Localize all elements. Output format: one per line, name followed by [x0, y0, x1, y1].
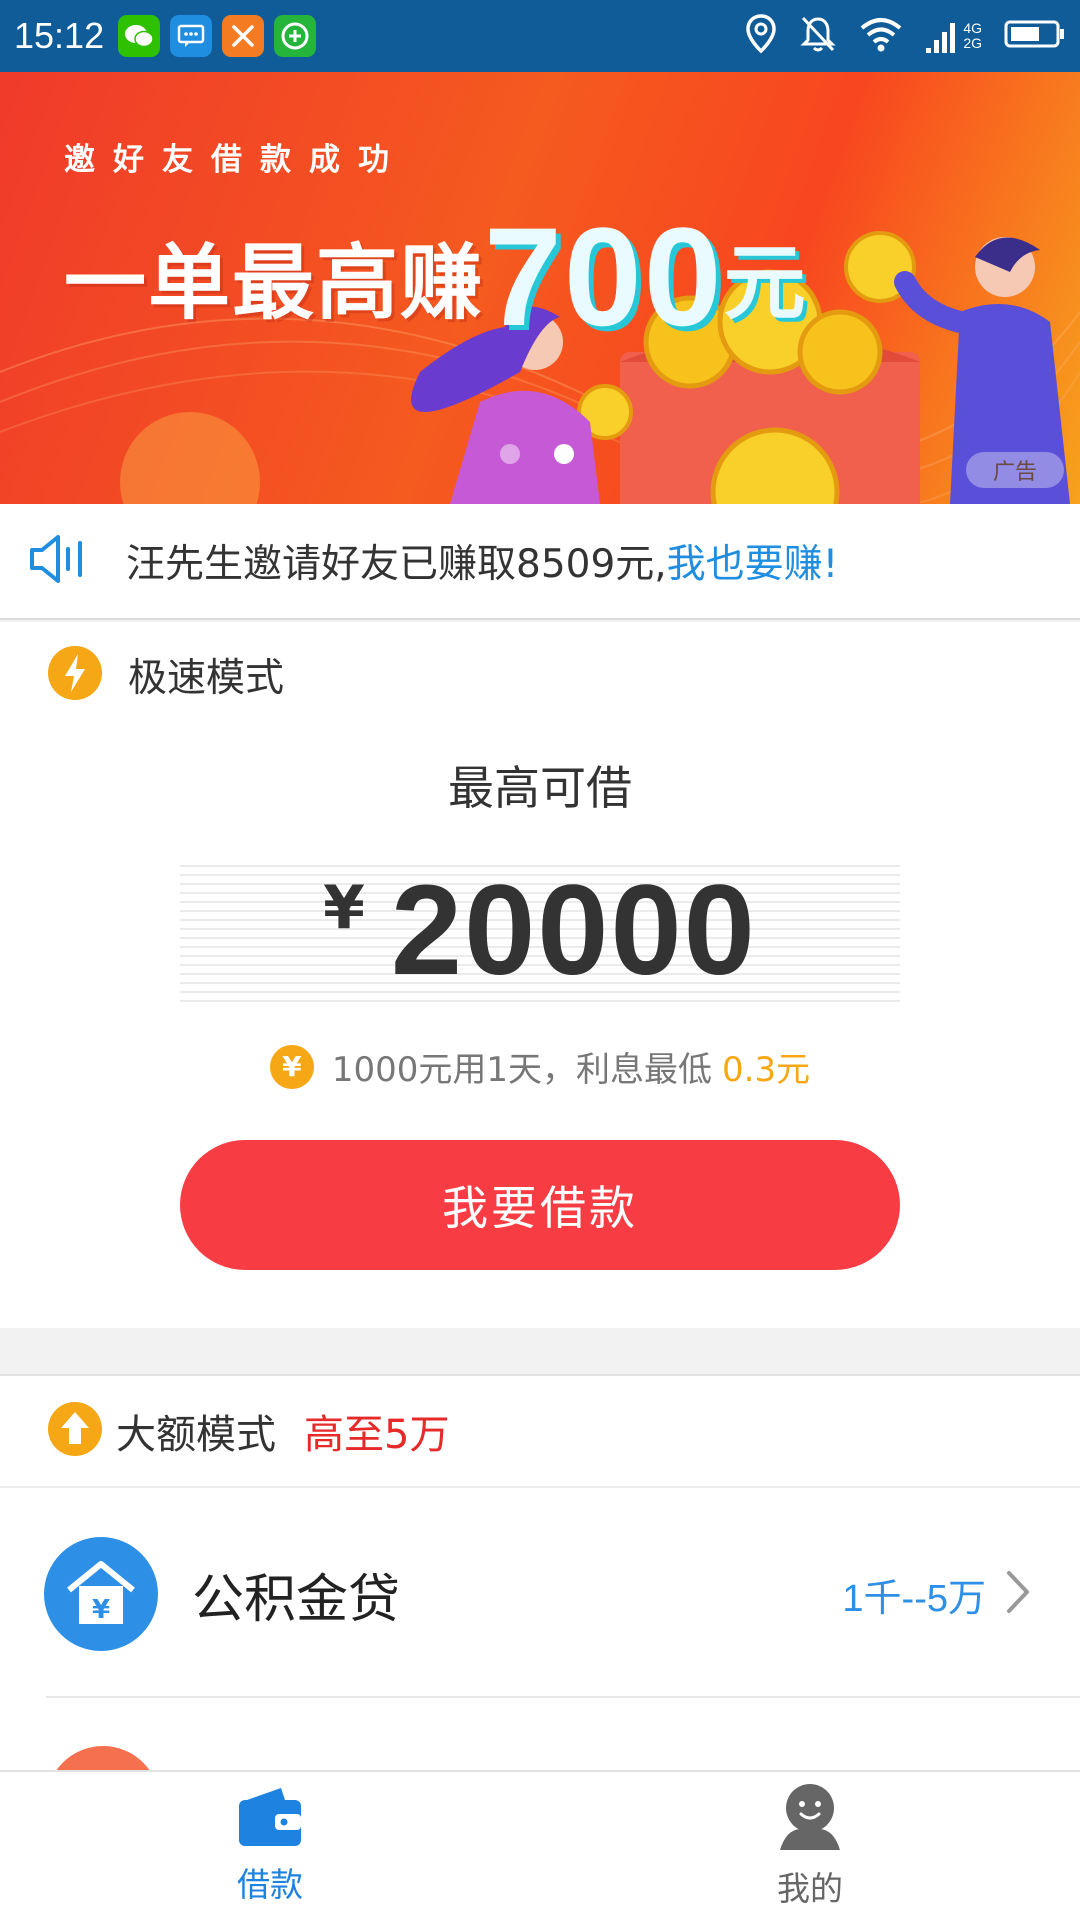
arrow-up-icon [46, 1400, 104, 1462]
status-icons: 4G 2G [745, 14, 1066, 58]
interest-highlight: 0.3元 [722, 1050, 811, 1090]
banner-pagination [500, 444, 574, 464]
banner-headline-unit: 元 [723, 236, 808, 331]
banner-dot[interactable] [500, 444, 520, 464]
signal-4g-label: 4G [963, 20, 982, 36]
fast-mode-label: 极速模式 [128, 656, 285, 701]
signal-icon: 4G 2G [925, 18, 982, 54]
max-borrow-label: 最高可借 [448, 761, 632, 815]
large-mode-highlight: 高至5万 [304, 1412, 450, 1458]
nav-item-mine[interactable]: 我的 [540, 1772, 1080, 1920]
wifi-icon [859, 16, 903, 56]
borrow-button[interactable]: 我要借款 [180, 1140, 900, 1270]
house-icon: ¥ [44, 1537, 158, 1651]
list-item-provident-fund-loan[interactable]: ¥ 公积金贷 1千--5万 [0, 1490, 1080, 1698]
banner-subtitle: 邀好友借款成功 [64, 142, 407, 178]
location-icon [745, 14, 777, 58]
banner-dot-active[interactable] [554, 444, 574, 464]
wechat-icon [118, 15, 161, 57]
message-icon [170, 15, 213, 57]
amount-display: ¥ 20000 [180, 858, 900, 1002]
lightning-icon [46, 644, 104, 706]
max-amount: 20000 [390, 858, 757, 1002]
coin-icon: ¥ [269, 1044, 314, 1089]
speaker-icon [28, 533, 90, 589]
banner-headline-number: 700 [484, 198, 724, 355]
nav-label-borrow: 借款 [237, 1865, 303, 1904]
banner-headline: 一单最高赚700元 [64, 182, 808, 355]
battery-icon [1004, 19, 1066, 53]
status-bar: 15:12 4G 2G [0, 0, 1080, 72]
tools-icon [222, 15, 265, 57]
svg-text:¥: ¥ [92, 1595, 110, 1625]
banner-headline-prefix: 一单最高赚 [64, 236, 485, 331]
app-screen: 15:12 4G 2G 邀好友借款成功 一单最高赚700元 广告 汪先生邀请好友… [0, 0, 1080, 1920]
status-time: 15:12 [14, 15, 105, 56]
interest-info: ¥ 1000元用1天，利息最低 0.3元 [0, 1042, 1080, 1091]
promo-banner[interactable]: 邀好友借款成功 一单最高赚700元 广告 [0, 72, 1080, 504]
interest-text: 1000元用1天，利息最低 [331, 1050, 713, 1090]
wallet-icon [237, 1786, 303, 1852]
nav-item-borrow[interactable]: 借款 [0, 1772, 540, 1920]
nav-label-mine: 我的 [777, 1869, 843, 1908]
fast-mode-card: 极速模式 最高可借 ¥ 20000 ¥ 1000元用1天，利息最低 0.3元 我… [0, 622, 1080, 1328]
signal-2g-label: 2G [963, 35, 982, 51]
product-name: 公积金贷 [192, 1569, 401, 1630]
currency-symbol: ¥ [323, 873, 365, 943]
notice-link[interactable]: 我也要赚! [667, 542, 839, 587]
chevron-right-icon [1006, 1570, 1030, 1618]
notice-message: 汪先生邀请好友已赚取8509元, [126, 542, 667, 587]
bottom-nav: 借款 我的 [0, 1770, 1080, 1920]
large-mode-label: 大额模式 [116, 1412, 276, 1458]
large-mode-card: 大额模式 高至5万 ¥ 公积金贷 1千--5万 [0, 1374, 1080, 1860]
fast-mode-header: 极速模式 [46, 644, 284, 706]
profile-icon [776, 1782, 844, 1856]
large-mode-header: 大额模式 高至5万 [0, 1376, 1080, 1488]
notice-bar[interactable]: 汪先生邀请好友已赚取8509元,我也要赚! [0, 504, 1080, 620]
bell-muted-icon [799, 14, 837, 58]
add-icon [274, 15, 317, 57]
notice-text: 汪先生邀请好友已赚取8509元,我也要赚! [126, 533, 838, 589]
ad-tag: 广告 [966, 452, 1064, 488]
product-range: 1千--5万 [842, 1577, 986, 1620]
